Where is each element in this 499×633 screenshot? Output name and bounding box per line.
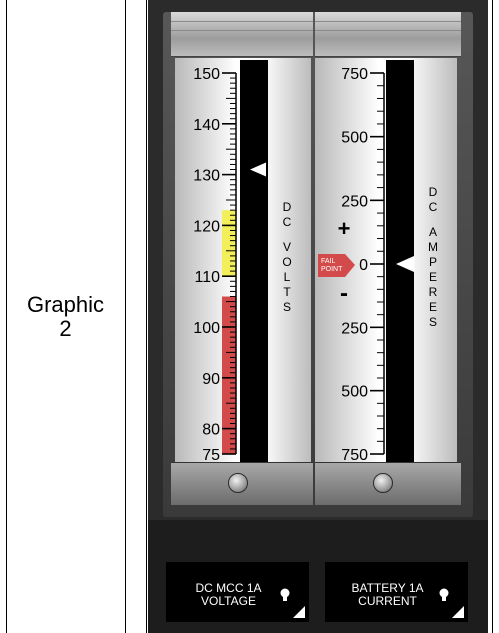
label-letter: D — [282, 200, 292, 214]
label-letter: M — [428, 240, 438, 254]
volts-adjust-knob[interactable] — [228, 473, 248, 493]
label-letter: L — [283, 270, 291, 284]
lightbulb-icon — [280, 588, 290, 601]
amps-tick-label: 250 — [341, 193, 368, 210]
label-letter: D — [428, 185, 438, 199]
lightbulb-icon — [439, 588, 449, 601]
volts-tick-label: 140 — [193, 117, 220, 134]
label-letter: E — [428, 300, 437, 314]
amps-tick-label: 500 — [341, 384, 368, 401]
amps-adjust-knob[interactable] — [373, 473, 393, 493]
label-letter: E — [428, 270, 437, 284]
label-letter: R — [428, 285, 438, 299]
label-letter: C — [428, 200, 438, 214]
button-label: BATTERY 1A CURRENT — [351, 581, 424, 608]
label-letter: S — [282, 300, 291, 314]
minus-sign: - — [340, 280, 348, 307]
amps-tick-label: 250 — [341, 320, 368, 337]
corner-marker-icon — [452, 606, 464, 618]
plus-sign: + — [338, 216, 351, 241]
dc-amperes-label: DCAMPERES — [424, 185, 442, 330]
volts-tick-label: 100 — [193, 320, 220, 337]
dc-volts-label: DCVOLTS — [278, 200, 296, 315]
volts-tick-label: 130 — [193, 168, 220, 185]
red-band — [222, 296, 236, 454]
amps-pointer — [396, 256, 414, 272]
corner-marker-icon — [293, 606, 305, 618]
amps-tick-label: 500 — [341, 130, 368, 147]
label-letter — [278, 230, 296, 240]
volts-tick-label: 120 — [193, 218, 220, 235]
label-letter: T — [283, 285, 291, 299]
label-letter: P — [428, 255, 437, 269]
label-letter: C — [282, 215, 292, 229]
amps-tick-label: 0 — [359, 257, 368, 274]
volts-pointer — [250, 162, 266, 177]
label-letter: O — [282, 255, 292, 269]
label-letter: A — [428, 225, 437, 239]
label-letter — [424, 215, 442, 225]
dc-mcc-1a-voltage-button[interactable]: DC MCC 1A VOLTAGE — [166, 562, 309, 622]
amps-tick-label: 750 — [341, 66, 368, 83]
label-letter: S — [428, 315, 437, 329]
fail-point-label: FAIL — [321, 258, 336, 265]
button-label: DC MCC 1A VOLTAGE — [195, 581, 262, 608]
battery-1a-current-button[interactable]: BATTERY 1A CURRENT — [325, 562, 468, 622]
fail-point-label: POINT — [321, 266, 343, 273]
volts-tick-label: 150 — [193, 66, 220, 83]
label-letter: V — [282, 240, 291, 254]
volts-tick-label: 80 — [202, 422, 220, 439]
volts-tick-label: 90 — [202, 371, 220, 388]
volts-tick-label: 110 — [194, 269, 220, 286]
